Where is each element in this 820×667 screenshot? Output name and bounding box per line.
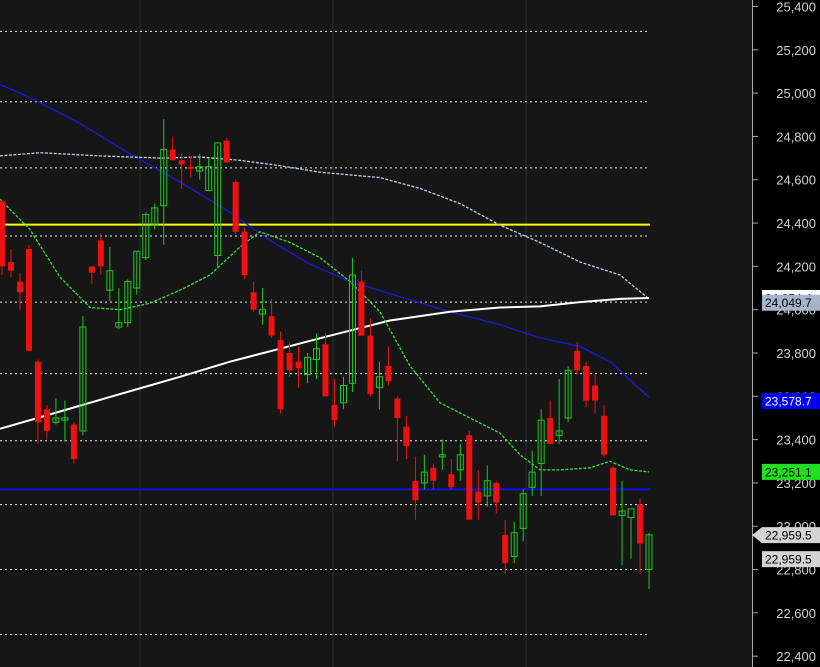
candle-body <box>430 467 437 481</box>
candle-body <box>583 365 590 401</box>
candle-body <box>466 435 473 520</box>
candle-body <box>601 415 608 455</box>
candle-body <box>493 482 500 503</box>
candle-body <box>250 292 257 310</box>
candle-body <box>637 504 644 544</box>
price-tag-label: 22,959.5 <box>765 553 812 567</box>
y-tick-label: 25,000 <box>776 86 816 101</box>
y-tick-label: 22,400 <box>776 649 816 664</box>
price-tag: 22,959.5 <box>752 527 820 544</box>
candle-body <box>385 365 392 382</box>
plot-background <box>0 0 752 667</box>
y-tick-label: 24,200 <box>776 259 816 274</box>
candle-body <box>331 404 338 421</box>
candle-body <box>475 491 482 503</box>
price-tag: 23,578.7 <box>762 393 820 410</box>
candle-body <box>592 385 599 401</box>
y-tick-label: 22,600 <box>776 606 816 621</box>
candle-body <box>367 335 374 395</box>
candle-body <box>43 409 50 431</box>
candle-body <box>448 474 455 488</box>
candle-body <box>178 160 185 165</box>
candle-body <box>169 149 176 161</box>
candle-body <box>295 361 302 369</box>
candle-body <box>403 426 410 447</box>
price-tag-label: 23,578.7 <box>765 395 812 409</box>
candle-body <box>97 240 104 267</box>
price-tag-label: 22,959.5 <box>765 529 812 543</box>
chart-container[interactable]: 25,400 25,200 25,000 24,800 24,600 24,400 24,2… <box>0 0 820 667</box>
y-tick-label: 24,600 <box>776 173 816 188</box>
y-tick-label: 25,400 <box>776 0 816 14</box>
candle-body <box>223 140 230 163</box>
candle-body <box>34 361 41 423</box>
candle-body <box>286 352 293 371</box>
y-tick-label: 23,800 <box>776 346 816 361</box>
candle-body <box>610 467 617 516</box>
candle-body <box>268 316 275 336</box>
candle-body <box>0 201 5 267</box>
y-tick-label: 24,400 <box>776 216 816 231</box>
price-tag: 24,049.7 <box>762 294 820 311</box>
candle-body <box>547 417 554 444</box>
candle-body <box>7 262 14 271</box>
candle-body <box>241 231 248 276</box>
y-tick-label: 23,400 <box>776 433 816 448</box>
price-tag: 23,251.1 <box>762 463 820 480</box>
candle-body <box>574 350 581 371</box>
candle-body <box>88 266 95 273</box>
candle-body <box>187 166 194 169</box>
y-tick-label: 24,800 <box>776 129 816 144</box>
price-tag-label: 24,049.7 <box>765 296 812 310</box>
candle-body <box>358 281 365 336</box>
candle-body <box>70 424 77 460</box>
candle-body <box>16 281 23 293</box>
y-tick-label: 25,200 <box>776 43 816 58</box>
price-chart[interactable]: 25,400 25,200 25,000 24,800 24,600 24,400 24,2… <box>0 0 820 667</box>
candle-body <box>322 344 329 397</box>
candle-body <box>25 249 32 351</box>
price-tag: 22,959.5 <box>762 551 820 568</box>
candle-body <box>277 339 284 410</box>
candle-body <box>394 398 401 418</box>
candle-body <box>412 480 419 501</box>
price-tag-label: 23,251.1 <box>765 465 812 479</box>
candle-body <box>502 534 509 564</box>
candle-body <box>232 181 239 232</box>
